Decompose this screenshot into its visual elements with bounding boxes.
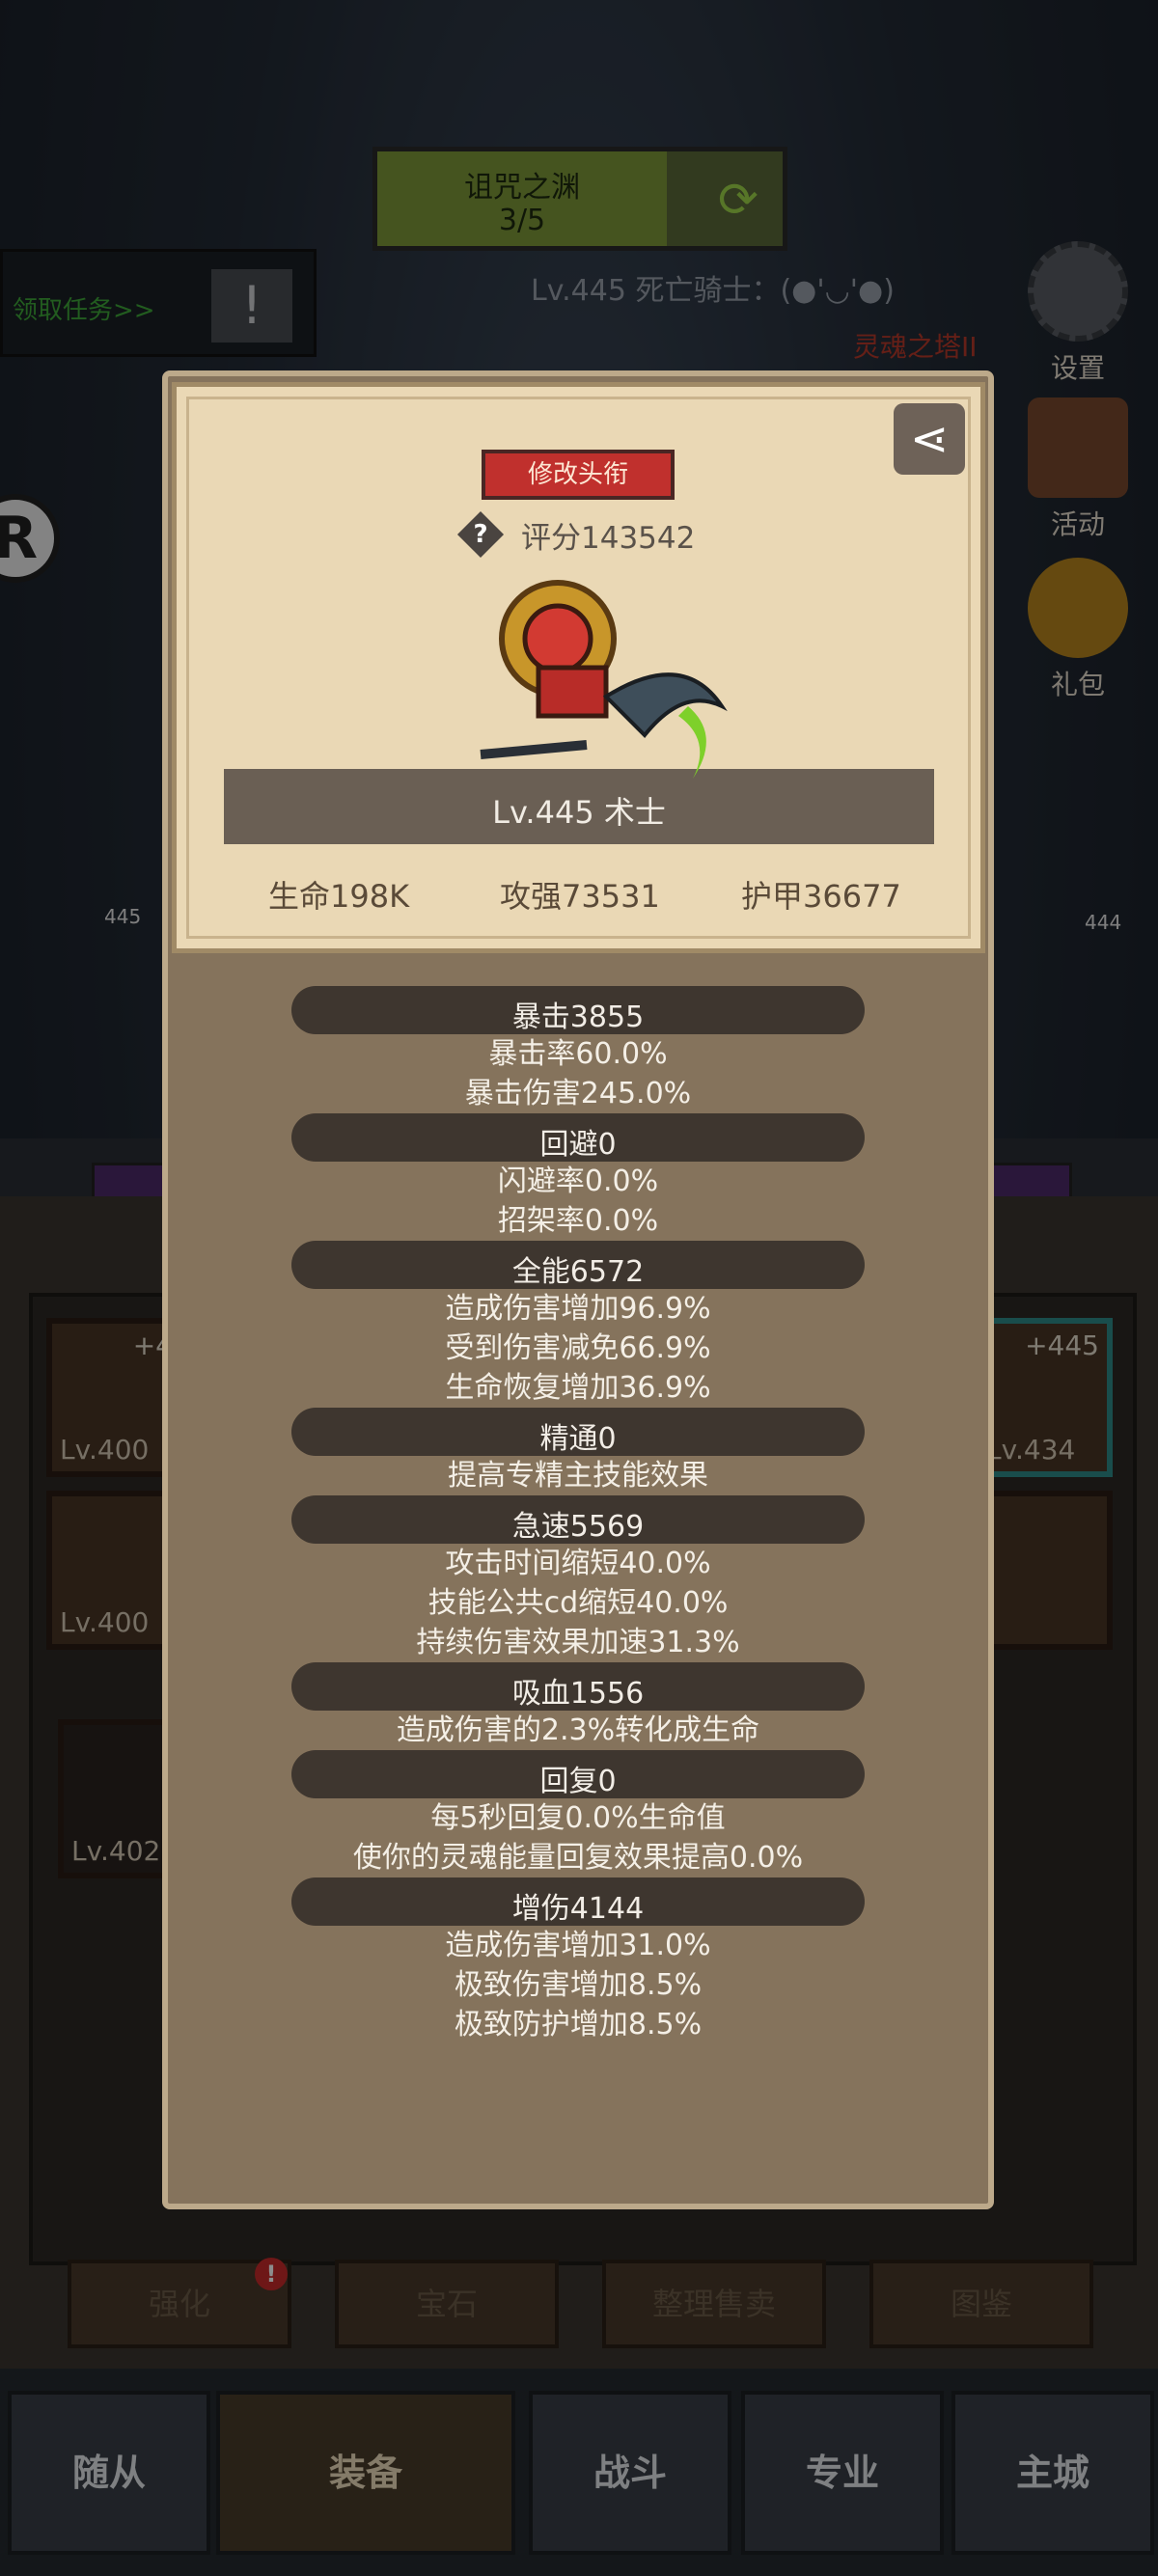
stat-line: 造成伤害增加31.0%: [445, 1929, 711, 1962]
stat-section-header: 急速5569: [291, 1495, 865, 1544]
character-avatar: [480, 580, 728, 779]
section-title: 回避0: [539, 1128, 617, 1162]
stat-section-header: 精通0: [291, 1408, 865, 1456]
stat-line: 闪避率0.0%: [497, 1165, 659, 1198]
section-title: 急速5569: [511, 1510, 645, 1544]
question-mark: ?: [473, 520, 488, 549]
stat-line: 招架率0.0%: [497, 1204, 659, 1238]
armor-stat: 护甲36677: [741, 878, 901, 915]
hp-stat: 生命198K: [268, 878, 410, 915]
attack-stat: 攻强73531: [500, 878, 660, 915]
section-title: 吸血1556: [511, 1677, 645, 1711]
scythe-blade: [602, 672, 728, 738]
stat-section-header: 吸血1556: [291, 1662, 865, 1711]
stat-line: 造成伤害的2.3%转化成生命: [396, 1713, 760, 1747]
stat-line: 暴击伤害245.0%: [464, 1077, 692, 1110]
section-title: 精通0: [539, 1422, 617, 1456]
score-text: 评分143542: [521, 521, 696, 556]
section-title: 全能6572: [511, 1255, 645, 1289]
stat-line: 技能公共cd缩短40.0%: [427, 1586, 729, 1620]
stat-line: 生命恢复增加36.9%: [445, 1371, 711, 1405]
stat-line: 极致伤害增加8.5%: [454, 1968, 703, 2002]
share-icon: ⋖: [909, 412, 950, 466]
section-title: 回复0: [539, 1765, 617, 1798]
stat-section-header: 回复0: [291, 1750, 865, 1798]
stat-line: 造成伤害增加96.9%: [445, 1292, 711, 1326]
stat-line: 攻击时间缩短40.0%: [445, 1547, 711, 1580]
stat-line: 每5秒回复0.0%生命值: [430, 1801, 726, 1835]
stat-line: 持续伤害效果加速31.3%: [416, 1626, 740, 1659]
section-title: 暴击3855: [511, 1000, 645, 1034]
help-icon[interactable]: ?: [456, 510, 505, 559]
stat-section-header: 全能6572: [291, 1241, 865, 1289]
stat-line: 受到伤害减免66.9%: [445, 1331, 711, 1365]
stat-line: 极致防护增加8.5%: [454, 2008, 703, 2042]
stat-line: 暴击率60.0%: [488, 1037, 668, 1071]
level-class-text: Lv.445 术士: [492, 794, 666, 831]
avatar-body: [536, 665, 609, 719]
chain: [480, 740, 588, 759]
change-title-button[interactable]: 修改头衔: [482, 450, 675, 500]
stat-section-header: 暴击3855: [291, 986, 865, 1034]
share-button[interactable]: ⋖: [894, 403, 965, 475]
section-title: 增伤4144: [511, 1892, 645, 1926]
avatar-face: [522, 603, 593, 674]
stats-list: 暴击3855 暴击率60.0% 暴击伤害245.0% 回避0 闪避率0.0% 招架率0.0…: [162, 986, 994, 2044]
stat-section-header: 回避0: [291, 1113, 865, 1162]
scythe-glow: [678, 706, 706, 779]
stat-section-header: 增伤4144: [291, 1877, 865, 1926]
stat-line: 使你的灵魂能量回复效果提高0.0%: [352, 1841, 804, 1875]
stat-line: 提高专精主技能效果: [448, 1459, 708, 1493]
